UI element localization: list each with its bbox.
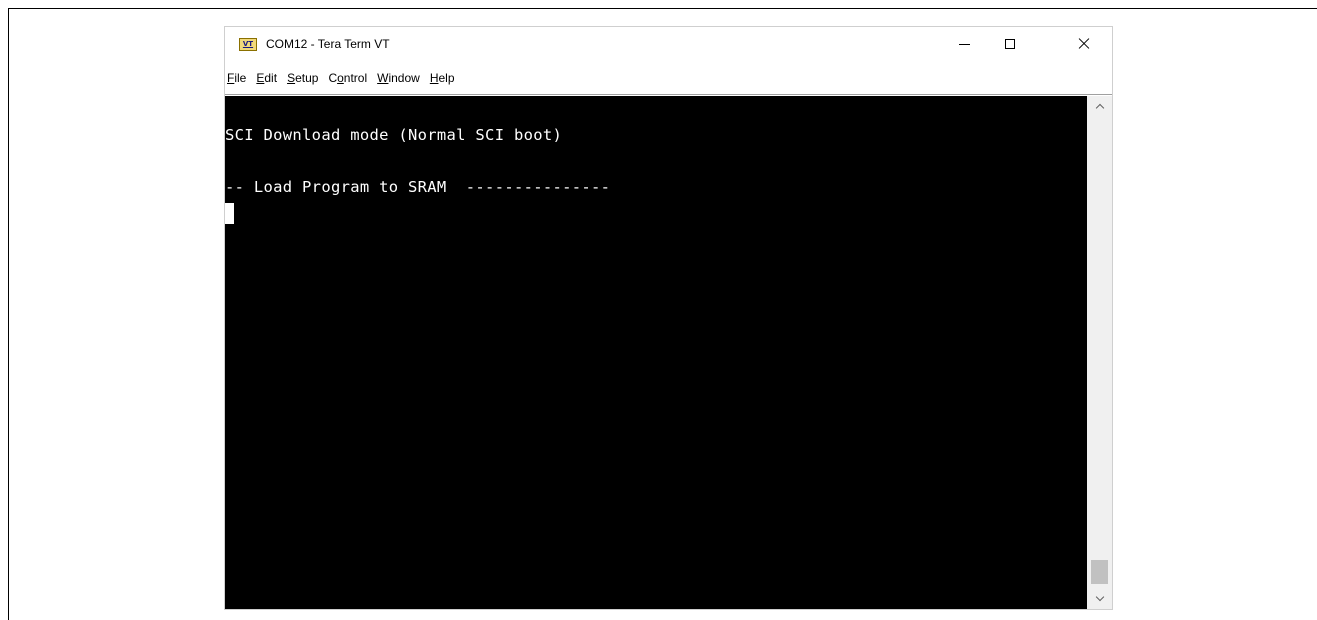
minimize-icon xyxy=(958,43,970,45)
chevron-up-icon xyxy=(1095,103,1104,113)
tera-term-app-icon[interactable]: VT xyxy=(239,38,257,51)
window-title: COM12 - Tera Term VT xyxy=(266,37,390,51)
menu-file[interactable]: File xyxy=(225,68,251,88)
maximize-button[interactable] xyxy=(987,27,1033,61)
title-bar[interactable]: VT COM12 - Tera Term VT xyxy=(225,27,1112,63)
terminal-line: SCI Download mode (Normal SCI boot) xyxy=(225,126,563,144)
menu-help[interactable]: Help xyxy=(425,68,460,88)
maximize-icon xyxy=(1005,39,1015,49)
scroll-thumb[interactable] xyxy=(1091,560,1108,584)
menu-bar: File Edit Setup Control Window Help xyxy=(225,68,460,88)
terminal-screen[interactable]: SCI Download mode (Normal SCI boot) -- L… xyxy=(225,96,1087,609)
menu-edit[interactable]: Edit xyxy=(251,68,282,88)
terminal-cursor xyxy=(225,203,234,224)
menu-setup[interactable]: Setup xyxy=(282,68,323,88)
menu-divider xyxy=(225,94,1112,95)
menu-label-part: indow xyxy=(388,71,420,85)
menu-label-part: ntrol xyxy=(343,71,368,85)
menu-label-part: elp xyxy=(438,71,455,85)
menu-control[interactable]: Control xyxy=(323,68,372,88)
menu-accelerator: H xyxy=(429,71,439,85)
terminal-line: -- Load Program to SRAM --------------- xyxy=(225,178,611,196)
close-button[interactable] xyxy=(1061,27,1107,61)
menu-accelerator: S xyxy=(287,71,296,85)
close-icon xyxy=(1078,38,1090,50)
scroll-up-button[interactable] xyxy=(1087,96,1112,116)
menu-label-part: etup xyxy=(295,71,319,85)
minimize-button[interactable] xyxy=(941,27,987,61)
menu-accelerator: o xyxy=(337,71,344,85)
menu-label-part: ile xyxy=(234,71,247,85)
scroll-down-button[interactable] xyxy=(1087,589,1112,609)
menu-accelerator: W xyxy=(377,71,389,85)
menu-label-part: dit xyxy=(264,71,278,85)
vertical-scrollbar[interactable] xyxy=(1087,96,1112,609)
menu-window[interactable]: Window xyxy=(372,68,425,88)
tera-term-window: VT COM12 - Tera Term VT File Edit Setup … xyxy=(224,26,1113,610)
chevron-down-icon xyxy=(1095,592,1104,602)
menu-label-part: C xyxy=(328,71,338,85)
